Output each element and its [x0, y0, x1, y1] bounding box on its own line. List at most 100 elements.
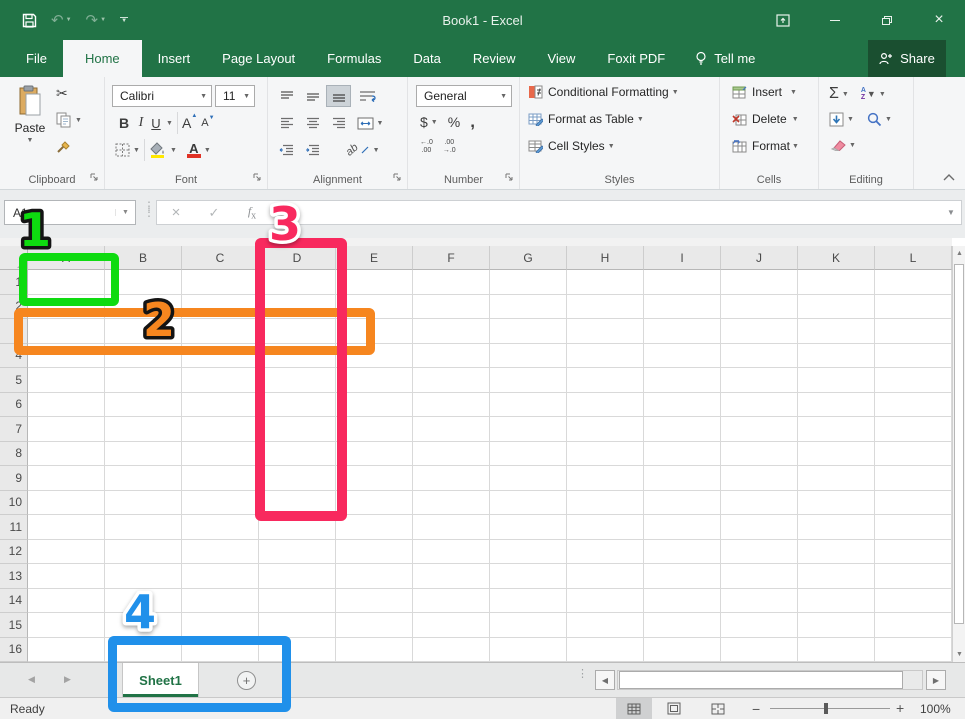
cell-K15[interactable] [798, 613, 875, 638]
cell-E7[interactable] [336, 417, 413, 442]
cell-C11[interactable] [182, 515, 259, 540]
align-right-button[interactable] [326, 112, 351, 134]
cell-F8[interactable] [413, 442, 490, 467]
cell-A7[interactable] [28, 417, 105, 442]
insert-function-icon[interactable]: fx [233, 204, 271, 221]
underline-button[interactable]: U [149, 116, 163, 131]
cancel-entry-icon[interactable]: × [157, 204, 195, 221]
find-select-button[interactable]: ▼ [867, 112, 892, 127]
cell-C6[interactable] [182, 393, 259, 418]
horizontal-scroll-thumb[interactable] [619, 671, 903, 689]
increase-decimal-button[interactable]: ←.0.00 [420, 139, 433, 155]
cell-I14[interactable] [644, 589, 721, 614]
cell-E4[interactable] [336, 344, 413, 369]
column-header-J[interactable]: J [721, 246, 798, 270]
cell-E5[interactable] [336, 368, 413, 393]
restore-button[interactable] [861, 0, 913, 40]
cell-A8[interactable] [28, 442, 105, 467]
cell-E14[interactable] [336, 589, 413, 614]
cell-C14[interactable] [182, 589, 259, 614]
cell-A13[interactable] [28, 564, 105, 589]
number-format-combo[interactable]: General▼ [416, 85, 512, 107]
underline-dropdown[interactable]: ▼ [166, 120, 173, 127]
close-button[interactable]: × [913, 0, 965, 40]
row-header-14[interactable]: 14 [0, 589, 28, 614]
cell-G16[interactable] [490, 638, 567, 663]
cell-G5[interactable] [490, 368, 567, 393]
cell-G12[interactable] [490, 540, 567, 565]
cell-L8[interactable] [875, 442, 952, 467]
cell-G10[interactable] [490, 491, 567, 516]
cell-I15[interactable] [644, 613, 721, 638]
cell-L11[interactable] [875, 515, 952, 540]
cell-B9[interactable] [105, 466, 182, 491]
column-header-K[interactable]: K [798, 246, 875, 270]
cell-I1[interactable] [644, 270, 721, 295]
cell-G8[interactable] [490, 442, 567, 467]
cell-C3[interactable] [182, 319, 259, 344]
cell-H12[interactable] [567, 540, 644, 565]
cell-A6[interactable] [28, 393, 105, 418]
zoom-slider-handle[interactable] [824, 703, 828, 714]
undo-button[interactable]: ↶▼ [51, 13, 72, 28]
cell-D9[interactable] [259, 466, 336, 491]
cell-L13[interactable] [875, 564, 952, 589]
cell-H1[interactable] [567, 270, 644, 295]
column-header-A[interactable]: A [28, 246, 105, 270]
cell-L3[interactable] [875, 319, 952, 344]
tab-page-layout[interactable]: Page Layout [206, 40, 311, 77]
fill-button[interactable]: ▼ [829, 112, 854, 127]
cell-F15[interactable] [413, 613, 490, 638]
cell-H8[interactable] [567, 442, 644, 467]
increase-font-size-button[interactable]: A▲ [182, 115, 191, 131]
normal-view-button[interactable] [616, 698, 652, 719]
comma-style-button[interactable]: , [470, 112, 475, 132]
cell-J4[interactable] [721, 344, 798, 369]
cell-A15[interactable] [28, 613, 105, 638]
cell-G4[interactable] [490, 344, 567, 369]
cell-B11[interactable] [105, 515, 182, 540]
cell-J15[interactable] [721, 613, 798, 638]
column-header-D[interactable]: D [259, 246, 336, 270]
cell-L15[interactable] [875, 613, 952, 638]
bottom-align-button[interactable] [326, 85, 351, 107]
cell-J5[interactable] [721, 368, 798, 393]
cell-H14[interactable] [567, 589, 644, 614]
name-box[interactable]: A1 ▼ [4, 200, 136, 225]
row-header-2[interactable]: 2 [0, 295, 28, 320]
cell-B5[interactable] [105, 368, 182, 393]
cell-C5[interactable] [182, 368, 259, 393]
clipboard-dialog-launcher[interactable] [90, 171, 99, 185]
number-dialog-launcher[interactable] [505, 171, 514, 185]
cell-C7[interactable] [182, 417, 259, 442]
column-header-F[interactable]: F [413, 246, 490, 270]
cell-A4[interactable] [28, 344, 105, 369]
cell-H5[interactable] [567, 368, 644, 393]
cell-K12[interactable] [798, 540, 875, 565]
cell-E2[interactable] [336, 295, 413, 320]
borders-button[interactable]: ▼ [115, 143, 140, 157]
cell-C9[interactable] [182, 466, 259, 491]
next-sheet-icon[interactable]: ▶ [64, 674, 71, 685]
cell-G13[interactable] [490, 564, 567, 589]
cell-A14[interactable] [28, 589, 105, 614]
cell-I9[interactable] [644, 466, 721, 491]
zoom-level[interactable]: 100% [920, 702, 951, 716]
accounting-format-button[interactable]: $▼ [420, 114, 438, 130]
insert-cells-button[interactable]: Insert▼ [732, 85, 797, 99]
paste-button[interactable]: Paste ▼ [10, 85, 50, 169]
cell-I13[interactable] [644, 564, 721, 589]
zoom-in-button[interactable]: + [896, 700, 904, 716]
cell-K16[interactable] [798, 638, 875, 663]
merge-center-button[interactable]: ▼ [352, 112, 388, 134]
vertical-scroll-thumb[interactable] [954, 264, 964, 624]
cell-H16[interactable] [567, 638, 644, 663]
alignment-dialog-launcher[interactable] [393, 171, 402, 185]
cell-F10[interactable] [413, 491, 490, 516]
cell-A10[interactable] [28, 491, 105, 516]
cell-L6[interactable] [875, 393, 952, 418]
page-layout-view-button[interactable] [656, 698, 692, 719]
redo-button[interactable]: ↷▼ [86, 13, 107, 28]
cell-C4[interactable] [182, 344, 259, 369]
cell-B1[interactable] [105, 270, 182, 295]
